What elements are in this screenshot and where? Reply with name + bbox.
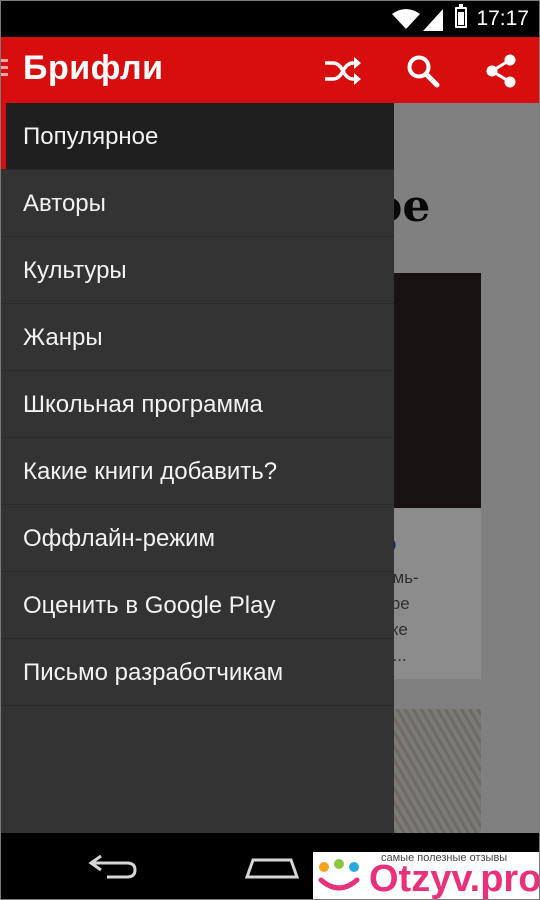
drawer-item-cultures[interactable]: Культуры: [1, 237, 394, 304]
drawer-item-genres[interactable]: Жанры: [1, 304, 394, 371]
wifi-icon: [392, 9, 420, 29]
drawer-item-label: Культуры: [23, 257, 127, 284]
app-title[interactable]: Брифли: [23, 49, 164, 88]
drawer-item-offline-mode[interactable]: Оффлайн-режим: [1, 505, 394, 572]
shuffle-icon[interactable]: [323, 53, 363, 89]
drawer-item-label: Оффлайн-режим: [23, 525, 216, 552]
drawer-item-suggest-books[interactable]: Какие книги добавить?: [1, 438, 394, 505]
navigation-drawer: Популярное Авторы Культуры Жанры Школьна…: [1, 103, 394, 833]
status-time: 17:17: [476, 7, 529, 30]
drawer-item-school-program[interactable]: Школьная программа: [1, 371, 394, 438]
phone-screen: 17:17 Брифли ое емь- тре тке о... Популя…: [0, 0, 540, 900]
drawer-item-label: Жанры: [23, 324, 103, 351]
share-icon[interactable]: [481, 53, 521, 89]
drawer-item-rate-app[interactable]: Оценить в Google Play: [1, 572, 394, 639]
drawer-item-contact-developers[interactable]: Письмо разработчикам: [1, 639, 394, 706]
drawer-item-label: Какие книги добавить?: [23, 458, 278, 485]
home-icon[interactable]: [245, 857, 299, 879]
drawer-item-label: Авторы: [23, 190, 106, 217]
drawer-indicator-icon[interactable]: [1, 59, 8, 80]
watermark: самые полезные отзывы Otzyv.pro: [313, 852, 539, 899]
app-bar: Брифли: [1, 37, 539, 103]
drawer-item-label: Оценить в Google Play: [23, 592, 276, 619]
search-icon[interactable]: [403, 53, 443, 89]
drawer-item-authors[interactable]: Авторы: [1, 170, 394, 237]
drawer-item-popular[interactable]: Популярное: [1, 103, 394, 170]
watermark-logo-icon: [318, 859, 360, 891]
status-bar: 17:17: [1, 1, 539, 37]
watermark-brand: Otzyv.pro: [369, 858, 540, 900]
battery-icon: [455, 4, 467, 28]
back-icon[interactable]: [87, 853, 139, 881]
drawer-item-label: Письмо разработчикам: [23, 659, 284, 686]
signal-icon: [423, 9, 443, 31]
drawer-item-label: Школьная программа: [23, 391, 263, 418]
drawer-item-label: Популярное: [23, 123, 159, 150]
